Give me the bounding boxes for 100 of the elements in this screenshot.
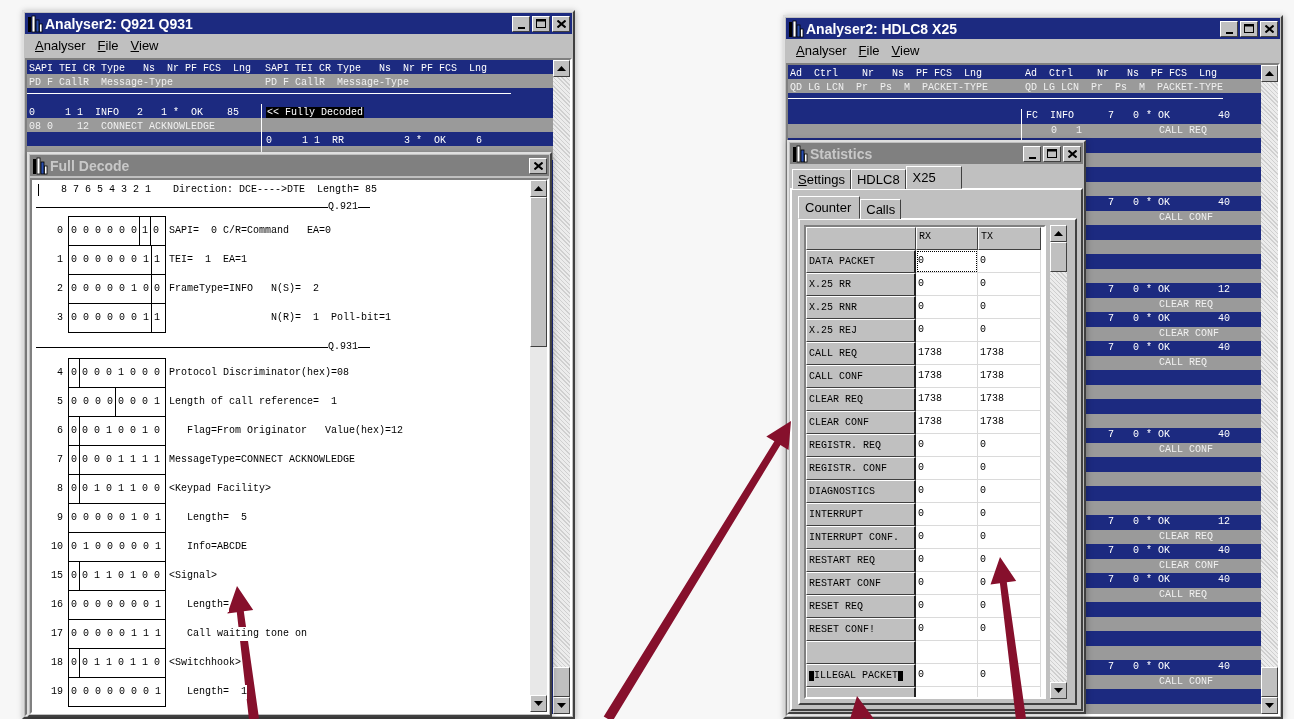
bit-cell: 1: [151, 246, 163, 274]
byte-index: 19: [50, 685, 64, 699]
bit-cell: 0 0 0 1 0 0 0: [79, 359, 163, 387]
scrollbar-thumb[interactable]: [553, 667, 570, 697]
menu-item[interactable]: View: [124, 37, 165, 53]
column-header-text: PD F CallR Message-Type: [265, 77, 410, 88]
bit-cell: 0 0 0 1 1 1 1: [79, 446, 163, 474]
scrollbar-thumb[interactable]: [1050, 242, 1067, 272]
row-label: CLEAR REQ: [809, 392, 863, 407]
bit-cell-text: 0 0 0 0: [70, 395, 114, 409]
table-cell: 0: [916, 664, 978, 687]
column-header-text: SAPI TEI CR Type Ns Nr PF FCS Lng: [265, 63, 488, 74]
up-triangle-icon: [1054, 231, 1063, 236]
packet-field: 0: [1133, 283, 1146, 298]
scroll-down-button[interactable]: [553, 697, 570, 714]
byte-index: 2: [56, 282, 64, 296]
packet-field: 0: [1051, 124, 1076, 138]
maximize-button[interactable]: [532, 15, 550, 32]
scrollbar-thumb[interactable]: [530, 197, 547, 347]
packet-field: FC: [1026, 109, 1050, 124]
tab[interactable]: X25: [905, 166, 962, 189]
minimize-icon: [1225, 31, 1233, 34]
packet-field: 0: [1133, 573, 1146, 588]
section-title: Q.931: [328, 340, 358, 354]
menu-item[interactable]: View: [885, 42, 926, 58]
down-triangle-icon: [534, 701, 543, 706]
tab[interactable]: Calls: [860, 199, 902, 219]
scroll-down-button[interactable]: [530, 695, 547, 712]
packet-field: 7: [1108, 283, 1133, 298]
minimize-button[interactable]: [1220, 20, 1238, 37]
menu-item[interactable]: File: [852, 42, 886, 58]
packet-field: 40: [1218, 428, 1261, 443]
packet-field: * OK: [1146, 428, 1218, 443]
table-cell: 0: [916, 572, 978, 595]
menu-item[interactable]: File: [91, 37, 125, 53]
minimize-button[interactable]: [512, 15, 530, 32]
table-cell: 0: [916, 250, 978, 273]
byte-index: 10: [50, 540, 64, 554]
packet-field: 0: [1133, 312, 1146, 327]
bit-numbers: 8 7 6 5 4 3 2 1: [61, 183, 151, 197]
scrollbar-thumb[interactable]: [1261, 667, 1278, 697]
menu-item[interactable]: Analyser: [29, 37, 92, 53]
scroll-down-button[interactable]: [1050, 682, 1067, 699]
maximize-button[interactable]: [1240, 20, 1258, 37]
scroll-down-button[interactable]: [1261, 697, 1278, 714]
scrollbar[interactable]: [553, 60, 570, 714]
row-label: CALL REQ: [809, 346, 857, 361]
tab[interactable]: HDLC8: [851, 169, 906, 189]
maximize-icon: [536, 19, 546, 28]
byte-index: 9: [56, 511, 64, 525]
scroll-up-button[interactable]: [1050, 225, 1067, 242]
packet-field: * OK: [1146, 196, 1218, 211]
row-label: X.25 REJ: [809, 323, 857, 338]
tab[interactable]: Counter: [798, 196, 861, 219]
bit-cell: 0 1 1 0 1 0 0: [79, 562, 163, 590]
row-label: DIAGNOSTICS: [809, 484, 875, 499]
byte-index: 17: [50, 627, 64, 641]
packet-field: 7: [1108, 573, 1133, 588]
row-label: X.25 RNR: [809, 300, 857, 315]
bit-cell-text: 0 0 0 0 0 0: [70, 224, 138, 238]
bit-cell: 1: [139, 217, 151, 245]
byte-index: 6: [56, 424, 64, 438]
decode-text: Protocol Discriminator(hex)=08: [169, 365, 350, 380]
scroll-up-button[interactable]: [553, 60, 570, 77]
app-icon: [32, 156, 48, 175]
table-cell: 0: [916, 319, 978, 342]
close-icon: [1264, 24, 1274, 33]
packet-field: * OK: [1146, 660, 1218, 675]
app-icon: [27, 14, 43, 33]
packet-field: 7: [1108, 196, 1133, 211]
close-button[interactable]: [1260, 20, 1278, 37]
column-header-text: QD LG LCN Pr Ps M PACKET-TYPE: [790, 82, 989, 93]
scroll-up-button[interactable]: [1261, 65, 1278, 82]
decode-text: Length of call reference= 1: [169, 394, 338, 409]
section-title: Q.921: [328, 200, 358, 214]
decode-text: <Signal>: [169, 568, 217, 583]
bit-cell: 1: [151, 304, 163, 332]
byte-index: 18: [50, 656, 64, 670]
packet-field: INFO: [1050, 109, 1108, 124]
decode-text: FrameType=INFO N(S)= 2: [169, 281, 320, 296]
scrollbar[interactable]: [1261, 65, 1278, 714]
menu-item[interactable]: Analyser: [790, 42, 853, 58]
table-cell: 0: [916, 273, 978, 296]
row-label: RESTART CONF: [809, 576, 881, 591]
scrollbar[interactable]: [530, 180, 547, 712]
close-button[interactable]: [552, 15, 570, 32]
packet-field: 40: [1218, 544, 1261, 559]
packet-field: * OK: [1146, 312, 1218, 327]
table-cell: 0: [916, 457, 978, 480]
packet-field: 12: [1218, 283, 1261, 298]
packet-field: * OK: [1146, 573, 1218, 588]
scrollbar[interactable]: [1050, 225, 1067, 699]
bit-cell-text: 0 1 0 0 0 0 0 1: [70, 540, 162, 554]
packet-field: CLEAR REQ: [1159, 530, 1261, 544]
byte-index: 4: [56, 366, 64, 380]
scroll-up-button[interactable]: [530, 180, 547, 197]
tab[interactable]: Settings: [792, 169, 851, 189]
annotation-arrow: [848, 696, 875, 719]
direction-text: Direction: DCE---->DTE Length= 85: [173, 183, 378, 197]
table-cell: 0: [916, 480, 978, 503]
